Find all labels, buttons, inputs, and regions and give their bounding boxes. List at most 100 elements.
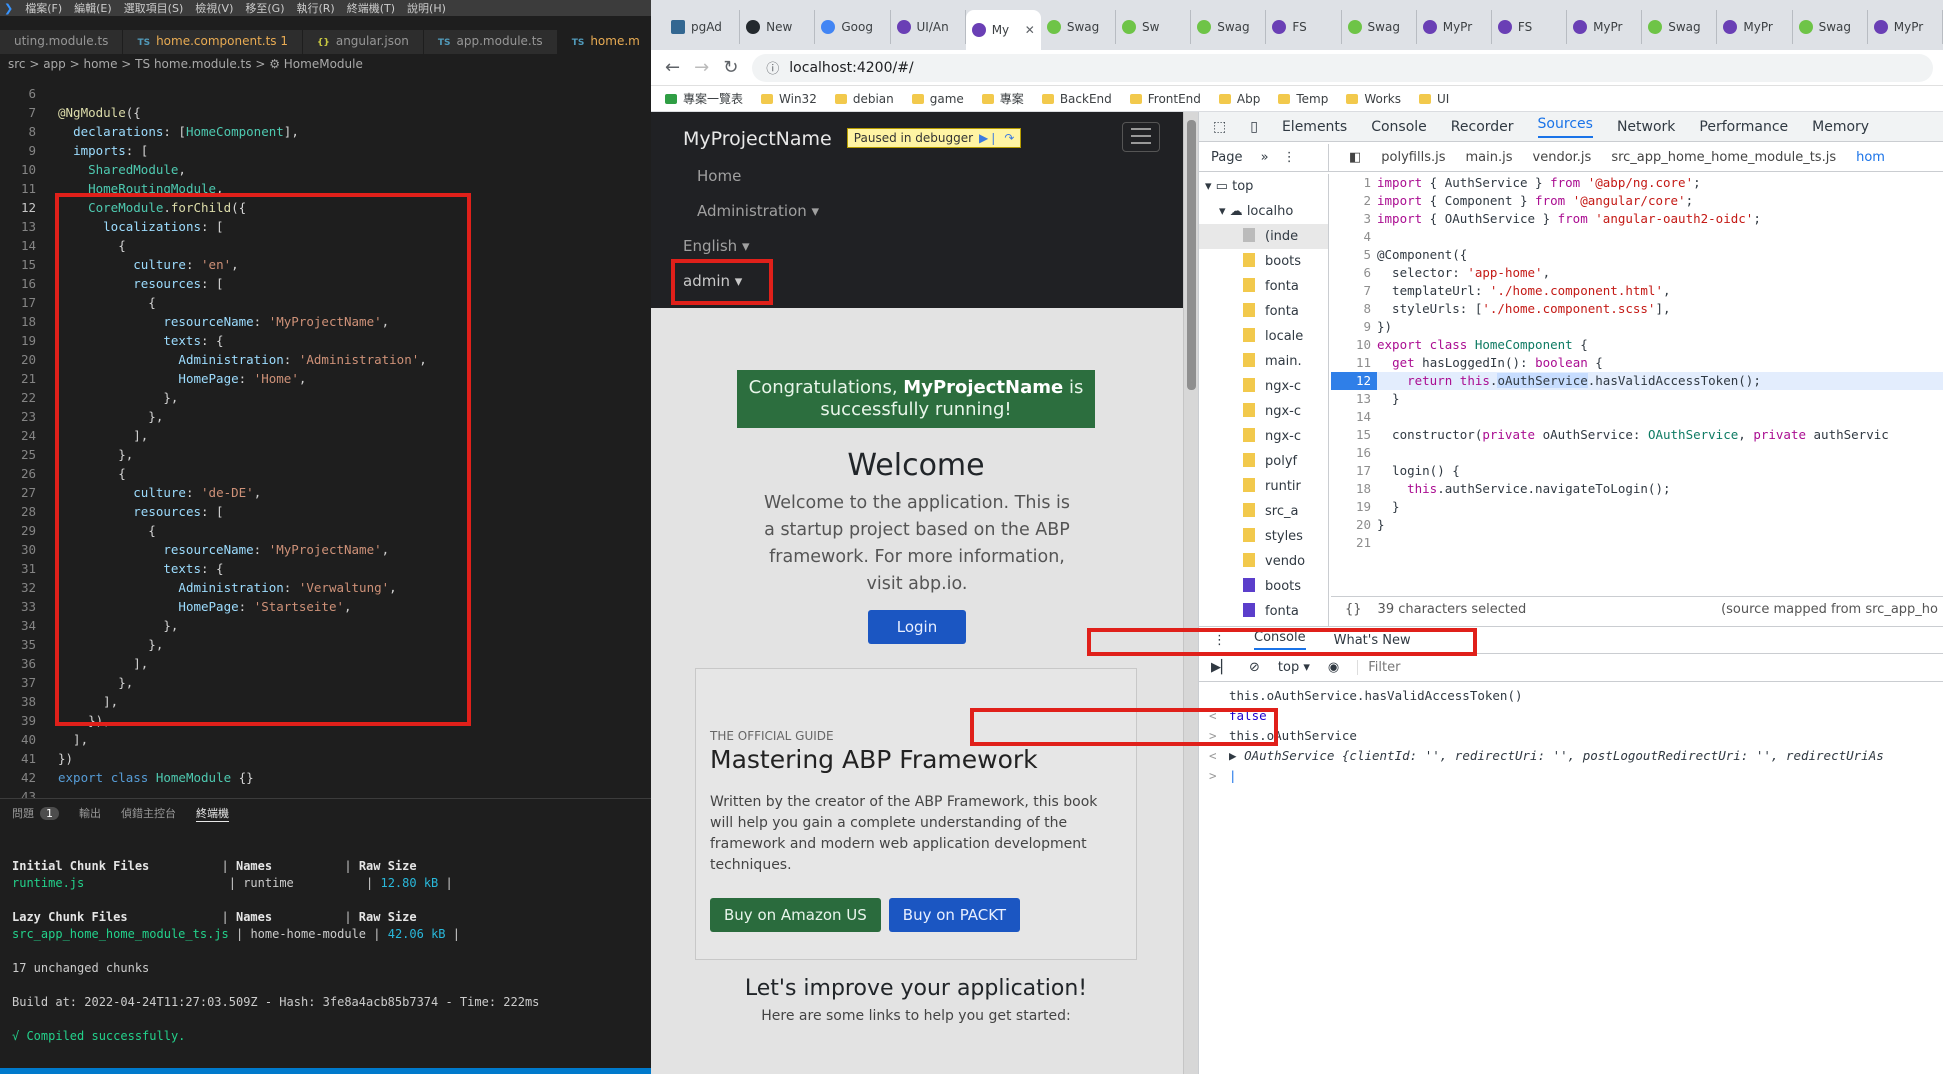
browser-tab[interactable]: FS <box>1492 10 1568 44</box>
browser-tab[interactable]: Swag <box>1342 10 1417 44</box>
forward-arrow-icon[interactable]: → <box>694 57 709 78</box>
bookmark-folder[interactable]: UI <box>1418 92 1449 106</box>
browser-tab[interactable]: Swag <box>1793 10 1868 44</box>
bookmark-folder[interactable]: 專案 <box>981 90 1024 107</box>
browser-tab[interactable]: MyPr <box>1717 10 1793 44</box>
browser-tab[interactable]: FS <box>1266 10 1342 44</box>
tab-memory[interactable]: Memory <box>1812 119 1869 135</box>
toggle-sidebar-icon[interactable]: ◧ <box>1349 150 1361 165</box>
url-input[interactable]: ⓘ localhost:4200/#/ <box>752 53 1933 82</box>
sidebar-toggle-icon[interactable]: ▶▏ <box>1211 660 1231 675</box>
file-tab[interactable]: vendor.js <box>1533 150 1592 165</box>
back-arrow-icon[interactable]: ← <box>665 57 680 78</box>
tree-file[interactable]: ngx-c <box>1199 399 1328 424</box>
file-tab[interactable]: polyfills.js <box>1381 150 1445 165</box>
menu-edit[interactable]: 編輯(E) <box>74 0 112 16</box>
buy-amazon-button[interactable]: Buy on Amazon US <box>710 898 881 932</box>
browser-tab[interactable]: New <box>740 10 816 44</box>
tree-file[interactable]: main. <box>1199 349 1328 374</box>
tree-file[interactable]: boots <box>1199 249 1328 274</box>
browser-tab[interactable]: Swag <box>1191 10 1267 44</box>
tree-file[interactable]: ngx-c <box>1199 424 1328 449</box>
tab-output[interactable]: 輸出 <box>79 805 101 821</box>
page-scrollbar[interactable] <box>1183 112 1198 1074</box>
tab-problems[interactable]: 問題 1 <box>12 805 59 821</box>
menu-file[interactable]: 檔案(F) <box>25 0 62 16</box>
breadcrumb[interactable]: src > app > home > TS home.module.ts > ⚙… <box>0 54 651 74</box>
console-prompt[interactable]: > | <box>1199 766 1943 786</box>
tab-terminal[interactable]: 終端機 <box>196 805 229 822</box>
bookmark-folder[interactable]: FrontEnd <box>1129 92 1201 106</box>
clear-console-icon[interactable]: ⊘ <box>1249 660 1260 675</box>
menu-go[interactable]: 移至(G) <box>245 0 284 16</box>
file-tab[interactable]: main.js <box>1466 150 1513 165</box>
bookmark-folder[interactable]: BackEnd <box>1041 92 1112 106</box>
tab-sources[interactable]: Sources <box>1537 116 1593 138</box>
browser-tab-active[interactable]: My ✕ <box>965 10 1041 50</box>
inspect-element-icon[interactable]: ⬚ <box>1213 119 1226 135</box>
browser-tab[interactable]: MyPr <box>1567 10 1643 44</box>
menu-terminal[interactable]: 終端機(T) <box>347 0 395 16</box>
eye-icon[interactable]: ◉ <box>1328 660 1339 675</box>
tree-file[interactable]: locale <box>1199 324 1328 349</box>
kebab-menu-icon[interactable]: ⋮ <box>1283 150 1296 165</box>
tree-file[interactable]: boots <box>1199 574 1328 599</box>
tree-file[interactable]: runtir <box>1199 474 1328 499</box>
bookmark-folder[interactable]: debian <box>834 92 894 106</box>
reload-icon[interactable]: ↻ <box>723 57 738 78</box>
tree-file[interactable]: (inde <box>1199 224 1328 249</box>
tree-file[interactable]: fonta <box>1199 274 1328 299</box>
page-navigator-tab[interactable]: Page » ⋮ <box>1199 143 1329 172</box>
pretty-print-icon[interactable]: {} <box>1345 602 1362 617</box>
device-toolbar-icon[interactable]: ▯ <box>1250 119 1258 135</box>
bookmark-folder[interactable]: Temp <box>1278 92 1328 106</box>
tab-routing-module[interactable]: uting.module.ts <box>0 30 124 54</box>
tab-home-module[interactable]: TS home.m <box>557 30 651 54</box>
browser-tab[interactable]: Goog <box>815 10 891 44</box>
console-output[interactable]: this.oAuthService.hasValidAccessToken() … <box>1199 684 1943 1074</box>
context-select[interactable]: top ▾ <box>1278 660 1310 675</box>
bookmark-folder[interactable]: Works <box>1346 92 1401 106</box>
console-entry[interactable]: < ▶ OAuthService {clientId: '', redirectU… <box>1199 746 1943 766</box>
file-tab-active[interactable]: hom <box>1856 150 1885 165</box>
more-tabs-icon[interactable]: » <box>1261 150 1269 165</box>
bookmark-folder[interactable]: game <box>911 92 964 106</box>
tab-console[interactable]: Console <box>1371 119 1427 135</box>
browser-tab[interactable]: Swag <box>1041 10 1117 44</box>
browser-tab[interactable]: UI/An <box>891 10 966 44</box>
browser-tab[interactable]: Swag <box>1642 10 1718 44</box>
nav-home[interactable]: Home <box>683 167 1166 185</box>
navbar-toggle-button[interactable] <box>1122 122 1160 152</box>
resume-icon[interactable]: ▶❘ <box>979 131 998 145</box>
file-tab[interactable]: src_app_home_home_module_ts.js <box>1611 150 1836 165</box>
tree-file[interactable]: styles <box>1199 524 1328 549</box>
menu-run[interactable]: 執行(R) <box>296 0 334 16</box>
browser-tab[interactable]: pgAd <box>665 10 741 44</box>
tab-recorder[interactable]: Recorder <box>1451 119 1514 135</box>
tree-node[interactable]: ▾ ☁ localho <box>1199 199 1328 224</box>
bookmark-folder[interactable]: Abp <box>1218 92 1260 106</box>
tab-home-component[interactable]: TS home.component.ts 1 <box>123 30 304 54</box>
tree-file[interactable]: ngx-c <box>1199 374 1328 399</box>
tab-angular-json[interactable]: {} angular.json <box>303 30 424 54</box>
terminal-output[interactable]: Initial Chunk Files | Names | Raw Size r… <box>0 827 651 1059</box>
browser-tab[interactable]: Sw <box>1116 10 1192 44</box>
step-over-icon[interactable]: ↷ <box>1004 131 1014 145</box>
nav-language[interactable]: English ▾ <box>683 237 1166 255</box>
app-brand[interactable]: MyProjectName <box>683 128 832 150</box>
browser-tab[interactable]: MyPr <box>1868 10 1943 44</box>
scrollbar-thumb[interactable] <box>1186 120 1196 390</box>
sources-code-view[interactable]: 1 import { AuthService } from '@abp/ng.co… <box>1331 174 1943 594</box>
tab-elements[interactable]: Elements <box>1282 119 1347 135</box>
menu-help[interactable]: 說明(H) <box>407 0 446 16</box>
tree-file[interactable]: fonta <box>1199 599 1328 624</box>
login-button[interactable]: Login <box>868 610 966 644</box>
tree-file[interactable]: polyf <box>1199 449 1328 474</box>
tab-performance[interactable]: Performance <box>1699 119 1788 135</box>
menu-selection[interactable]: 選取項目(S) <box>124 0 184 16</box>
close-tab-icon[interactable]: ✕ <box>1025 23 1035 37</box>
bookmark-item[interactable]: 專案一覽表 <box>665 90 743 107</box>
tree-file[interactable]: vendo <box>1199 549 1328 574</box>
menu-view[interactable]: 檢視(V) <box>195 0 233 16</box>
tab-network[interactable]: Network <box>1617 119 1675 135</box>
